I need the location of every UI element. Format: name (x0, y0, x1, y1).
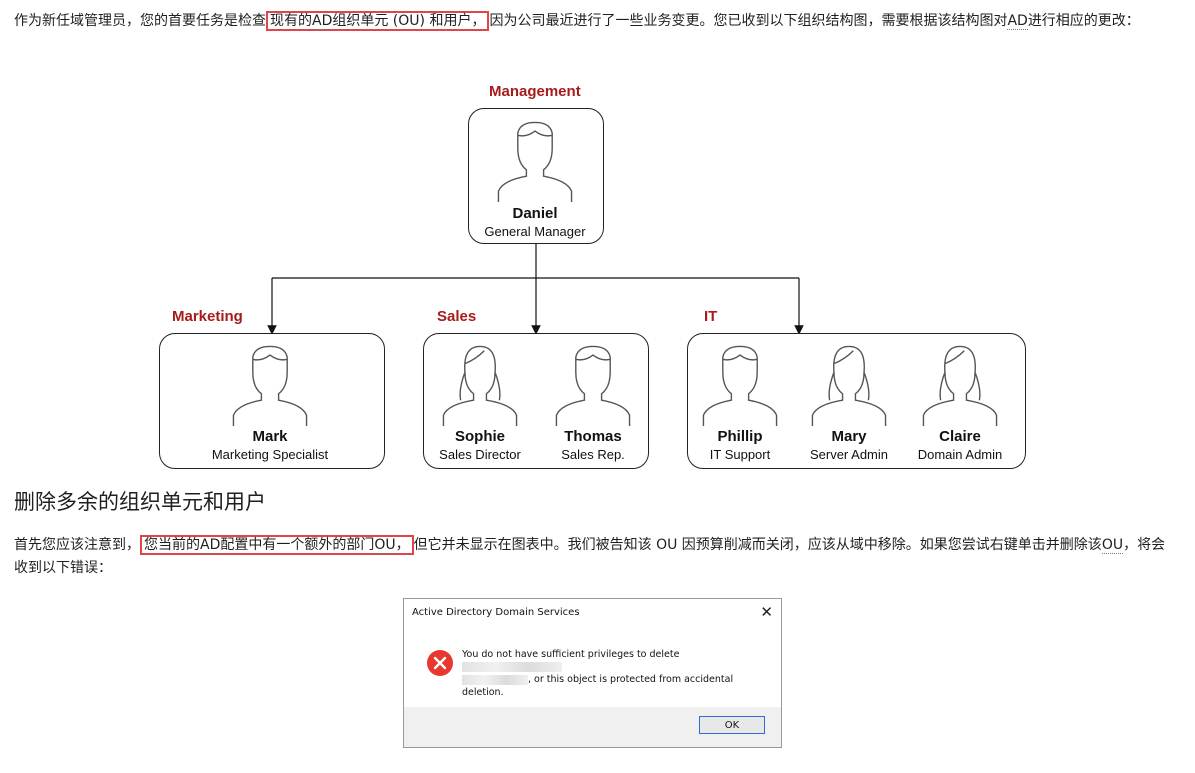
redacted-object-name (462, 674, 528, 685)
dept-label-it: IT (704, 308, 718, 325)
section-heading: 删除多余的组织单元和用户 (14, 490, 266, 514)
para2-text-middle: 但它并未显示在图表中。我们被告知该 OU 因预算削减而关闭，应该从域中移除。如果… (413, 537, 1102, 553)
dept-label-management: Management (489, 83, 581, 100)
person-role: General Manager (484, 224, 586, 239)
dialog-message: You do not have sufficient privileges to… (462, 649, 762, 699)
dialog-message-line2: , or this object is protected from accid… (528, 674, 734, 685)
person-name: Daniel (512, 205, 558, 222)
male-avatar-icon (702, 345, 778, 426)
person-name: Claire (939, 428, 981, 445)
para2-text-start: 首先您应该注意到， (14, 537, 140, 553)
ok-button[interactable]: OK (699, 716, 765, 734)
person-name: Thomas (564, 428, 622, 445)
person-thomas: Thomas Sales Rep. (543, 428, 643, 464)
ou-abbreviation-2[interactable]: OU (1101, 537, 1124, 554)
female-avatar-icon (811, 345, 887, 426)
person-name: Mark (252, 428, 288, 445)
org-chart: Management Marketing Sales IT Daniel Gen… (0, 0, 1195, 480)
dialog-title: Active Directory Domain Services (412, 607, 580, 618)
person-daniel: Daniel General Manager (484, 205, 585, 241)
person-role: Domain Admin (917, 447, 1003, 462)
redacted-object-name (462, 662, 562, 672)
dept-label-sales: Sales (437, 308, 477, 325)
person-phillip: Phillip IT Support (690, 428, 790, 464)
para2-highlight: 您当前的AD配置中有一个额外的部门OU， (140, 535, 414, 555)
person-sophie: Sophie Sales Director (430, 428, 530, 464)
male-avatar-icon (497, 121, 573, 202)
dept-label-marketing: Marketing (172, 308, 243, 325)
person-mary: Mary Server Admin (799, 428, 899, 464)
error-dialog: Active Directory Domain Services ✕ You d… (403, 598, 782, 748)
ou-paragraph: 首先您应该注意到， 您当前的AD配置中有一个额外的部门OU， 但它并未显示在图表中。… (14, 534, 1174, 580)
person-name: Mary (831, 428, 867, 445)
error-x-icon (427, 650, 453, 676)
para2-hl-pre: 您当前的 (144, 537, 200, 553)
person-name: Phillip (717, 428, 763, 445)
ad-abbreviation-3[interactable]: AD (200, 537, 221, 554)
person-mark: Mark Marketing Specialist (212, 428, 328, 464)
person-role: Marketing Specialist (211, 447, 329, 462)
male-avatar-icon (555, 345, 631, 426)
close-icon[interactable]: ✕ (760, 603, 773, 621)
person-claire: Claire Domain Admin (910, 428, 1010, 464)
dialog-message-line3: deletion. (462, 686, 504, 698)
person-role: Sales Rep. (561, 447, 625, 462)
ou-abbreviation[interactable]: OU (374, 537, 396, 554)
para2-hl-post: 配置中有一个额外的部门 (220, 537, 375, 553)
female-avatar-icon (922, 345, 998, 426)
person-name: Sophie (454, 428, 505, 445)
male-avatar-icon (232, 345, 308, 426)
female-avatar-icon (442, 345, 518, 426)
dialog-footer: OK (404, 707, 781, 747)
dialog-message-line1: You do not have sufficient privileges to… (462, 649, 680, 660)
para2-hl-end: ， (395, 537, 410, 553)
